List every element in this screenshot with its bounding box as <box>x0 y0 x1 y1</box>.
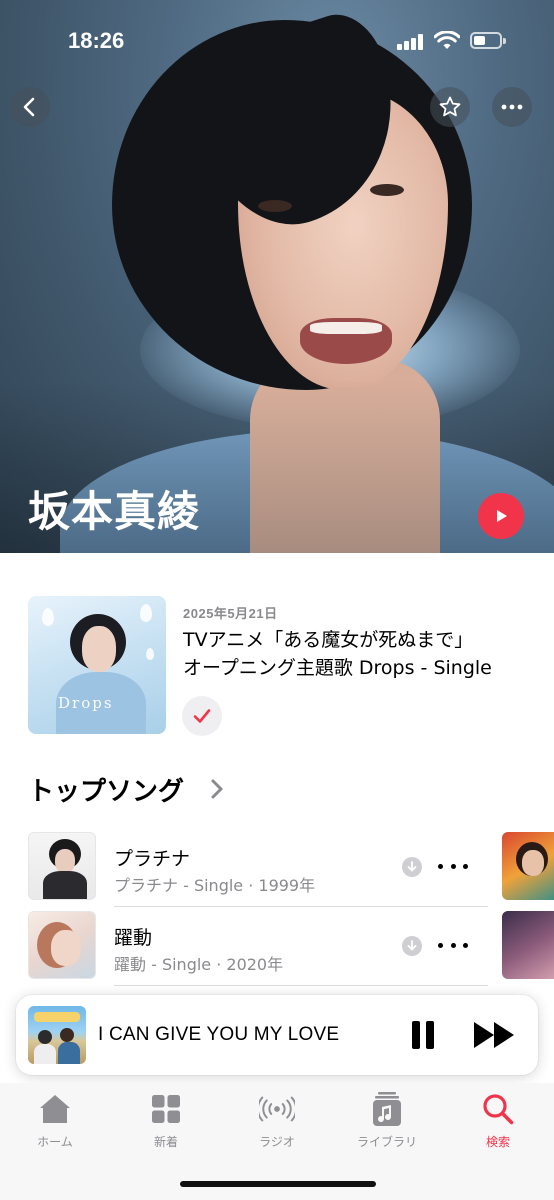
next-column-song-artwork[interactable] <box>502 911 554 979</box>
song-subtitle: プラチナ - Single · 1999年 <box>114 876 316 895</box>
search-icon <box>480 1091 516 1127</box>
status-bar: 18:26 <box>0 0 554 80</box>
back-button[interactable] <box>10 87 50 127</box>
next-column-song-artwork[interactable] <box>502 832 554 900</box>
radio-waves-icon <box>259 1091 295 1127</box>
chevron-right-icon[interactable] <box>210 778 224 800</box>
song-title: プラチナ <box>114 848 191 870</box>
status-time: 18:26 <box>68 28 125 53</box>
play-artist-button[interactable] <box>478 493 524 539</box>
song-artwork <box>28 832 96 900</box>
house-icon <box>37 1091 73 1127</box>
favorite-button[interactable] <box>430 87 470 127</box>
tab-radio[interactable]: ラジオ <box>222 1091 332 1155</box>
checkmark-icon <box>193 709 211 723</box>
tab-search[interactable]: 検索 <box>443 1091 553 1155</box>
home-indicator[interactable] <box>180 1181 376 1187</box>
top-songs-heading[interactable]: トップソング <box>28 771 184 808</box>
pause-button[interactable] <box>408 1019 438 1051</box>
now-playing-title: I CAN GIVE YOU MY LOVE <box>98 1024 340 1045</box>
artist-page: 18:26 坂本真綾 Drops 2025年5月21日 TVアニメ「ある魔女が死… <box>0 0 554 1200</box>
cellular-signal-icon <box>397 34 425 50</box>
artist-hero-image <box>0 0 554 553</box>
more-options-button[interactable] <box>492 87 532 127</box>
tab-new[interactable]: 新着 <box>111 1091 221 1155</box>
release-artwork[interactable]: Drops <box>28 596 166 734</box>
chevron-left-icon <box>23 97 35 117</box>
song-subtitle: 躍動 - Single · 2020年 <box>114 955 284 974</box>
song-row[interactable]: 躍動 躍動 - Single · 2020年 <box>28 911 488 981</box>
mini-player[interactable]: I CAN GIVE YOU MY LOVE <box>16 995 538 1075</box>
grid-icon <box>148 1091 184 1127</box>
row-divider <box>114 985 488 986</box>
song-more-button[interactable] <box>438 854 468 878</box>
tab-label: ラジオ <box>259 1135 295 1149</box>
downloaded-icon <box>402 936 422 956</box>
release-title[interactable]: TVアニメ「ある魔女が死ぬまで」 オープニング主題歌 Drops - Singl… <box>183 626 548 682</box>
latest-release[interactable]: Drops 2025年5月21日 TVアニメ「ある魔女が死ぬまで」 オープニング… <box>28 596 548 736</box>
tab-label: 検索 <box>485 1135 510 1149</box>
song-artwork <box>28 911 96 979</box>
release-artwork-title: Drops <box>58 694 114 712</box>
song-more-button[interactable] <box>438 933 468 957</box>
wifi-icon <box>434 31 460 49</box>
tab-library[interactable]: ライブラリ <box>332 1091 442 1155</box>
battery-icon <box>470 32 506 49</box>
release-date: 2025年5月21日 <box>183 606 278 621</box>
now-playing-artwork[interactable] <box>28 1006 86 1064</box>
play-icon <box>497 510 507 522</box>
fast-forward-icon[interactable] <box>472 1019 518 1051</box>
song-row[interactable]: プラチナ プラチナ - Single · 1999年 <box>28 832 488 902</box>
music-library-icon <box>369 1091 405 1127</box>
tab-label: ライブラリ <box>356 1135 417 1149</box>
artist-name: 坂本真綾 <box>28 487 201 536</box>
ellipsis-icon <box>501 104 523 110</box>
song-title: 躍動 <box>114 927 153 949</box>
downloaded-icon <box>402 857 422 877</box>
tab-home[interactable]: ホーム <box>0 1091 110 1155</box>
tab-label: ホーム <box>37 1135 73 1149</box>
tab-label: 新着 <box>153 1135 178 1149</box>
added-to-library-button[interactable] <box>182 696 222 736</box>
row-divider <box>114 906 488 907</box>
star-icon <box>439 96 461 117</box>
